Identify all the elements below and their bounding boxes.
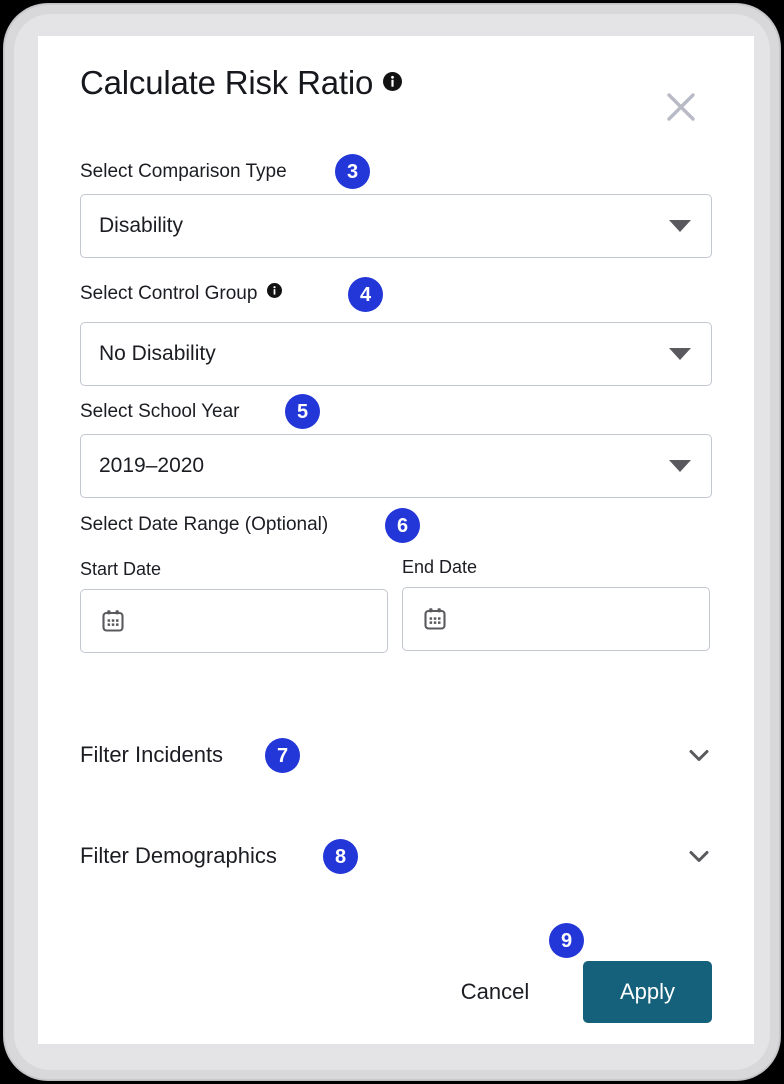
- chevron-down-icon: [669, 460, 691, 472]
- apply-button[interactable]: Apply: [583, 961, 712, 1023]
- chevron-down-icon[interactable]: [686, 742, 712, 768]
- cancel-button[interactable]: Cancel: [442, 972, 548, 1012]
- control-group-select[interactable]: No Disability: [80, 322, 712, 386]
- chevron-down-icon[interactable]: [686, 843, 712, 869]
- comparison-type-label-text: Select Comparison Type: [80, 161, 287, 182]
- school-year-select[interactable]: 2019–2020: [80, 434, 712, 498]
- school-year-label-text: Select School Year: [80, 401, 240, 422]
- comparison-type-label: Select Comparison Type: [80, 160, 287, 184]
- dialog-title-text: Calculate Risk Ratio: [80, 64, 374, 101]
- step-badge-3: 3: [335, 154, 370, 189]
- step-badge-9-text: 9: [560, 929, 573, 952]
- accordion-filter-demographics-title: Filter Demographics: [80, 843, 277, 868]
- start-date-label-text: Start Date: [80, 559, 162, 579]
- device-frame: Calculate Risk Ratio Select Comparison T…: [4, 4, 780, 1080]
- step-badge-3-text: 3: [346, 160, 359, 183]
- chevron-down-icon: [669, 220, 691, 232]
- step-badge-6-text: 6: [396, 514, 409, 537]
- close-button[interactable]: [658, 84, 704, 130]
- step-badge-4: 4: [348, 277, 383, 312]
- control-group-value: No Disability: [99, 342, 216, 365]
- end-date-label: End Date: [402, 557, 477, 578]
- step-badge-6: 6: [385, 508, 420, 543]
- info-icon[interactable]: [267, 283, 283, 299]
- info-icon[interactable]: [383, 71, 403, 91]
- control-group-label: Select Control Group: [80, 282, 283, 306]
- step-badge-8: 8: [323, 839, 358, 874]
- page-title: Calculate Risk Ratio: [80, 64, 403, 102]
- step-badge-7: 7: [265, 738, 300, 773]
- step-badge-4-text: 4: [359, 283, 372, 306]
- date-range-label: Select Date Range (Optional): [80, 513, 328, 537]
- accordion-filter-demographics[interactable]: Filter Demographics: [80, 834, 712, 878]
- start-date-label: Start Date: [80, 559, 161, 580]
- school-year-label: Select School Year: [80, 400, 240, 424]
- end-date-label-text: End Date: [402, 557, 478, 577]
- control-group-label-text: Select Control Group: [80, 283, 258, 304]
- comparison-type-value: Disability: [99, 214, 184, 237]
- calendar-icon: [101, 609, 125, 633]
- accordion-filter-incidents[interactable]: Filter Incidents: [80, 733, 712, 777]
- step-badge-5: 5: [285, 394, 320, 429]
- start-date-input[interactable]: [80, 589, 388, 653]
- step-badge-5-text: 5: [296, 400, 309, 423]
- school-year-value: 2019–2020: [99, 454, 205, 477]
- step-badge-9: 9: [549, 923, 584, 958]
- end-date-input[interactable]: [402, 587, 710, 651]
- date-range-label-text: Select Date Range (Optional): [80, 514, 329, 535]
- dialog-header: Calculate Risk Ratio: [38, 36, 754, 146]
- step-badge-7-text: 7: [276, 744, 289, 767]
- comparison-type-select[interactable]: Disability: [80, 194, 712, 258]
- chevron-down-icon: [669, 348, 691, 360]
- step-badge-8-text: 8: [334, 845, 347, 868]
- accordion-filter-incidents-title: Filter Incidents: [80, 742, 224, 767]
- calendar-icon: [423, 607, 447, 631]
- close-icon: [667, 93, 695, 121]
- calculate-risk-ratio-dialog: Calculate Risk Ratio Select Comparison T…: [38, 36, 754, 1044]
